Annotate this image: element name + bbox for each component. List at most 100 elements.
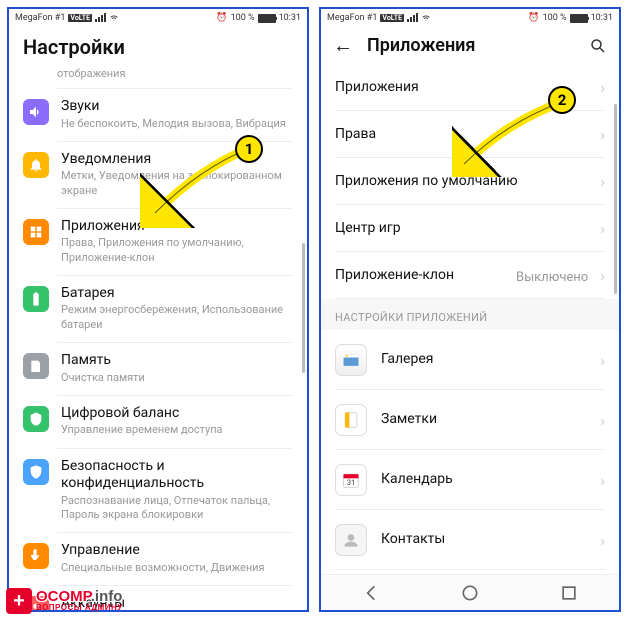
chevron-right-icon: ›	[600, 172, 605, 191]
app-item-contacts[interactable]: Контакты ›	[321, 510, 619, 570]
settings-item-memory[interactable]: Память Очистка памяти	[9, 342, 307, 395]
status-bar: MegaFon #1 VoLTE ⏰ 100 % 10:31	[321, 9, 619, 27]
battery-icon	[258, 14, 276, 23]
menu-item-default-apps[interactable]: Приложения по умолчанию ›	[321, 158, 619, 205]
system-navbar	[321, 574, 619, 610]
settings-item-sounds[interactable]: Звуки Не беспокоить, Мелодия вызова, Виб…	[9, 88, 307, 141]
item-sub: Метки, Уведомления на заблокированном эк…	[61, 169, 293, 198]
nav-back-button[interactable]	[361, 583, 381, 603]
item-title: Приложения	[61, 218, 293, 236]
page-title: Настройки	[23, 35, 293, 59]
item-title: Память	[61, 352, 293, 370]
app-title: Заметки	[381, 411, 437, 429]
alarm-icon: ⏰	[528, 13, 539, 23]
apps-scroll[interactable]: Приложения › Права › Приложения по умолч…	[321, 64, 619, 585]
item-sub: Специальные возможности, Движения	[61, 561, 293, 575]
settings-scroll[interactable]: отображения Звуки Не беспокоить, Мелодия…	[9, 63, 307, 612]
apps-icon	[23, 219, 49, 245]
contacts-icon	[335, 524, 367, 556]
item-title: Безопасность и конфиденциальность	[61, 458, 293, 493]
item-value: Выключено	[516, 270, 588, 285]
page-header: Настройки	[9, 27, 307, 63]
shield-icon	[23, 459, 49, 485]
chevron-right-icon: ›	[600, 471, 605, 490]
nav-recent-button[interactable]	[559, 583, 579, 603]
settings-item-security[interactable]: Безопасность и конфиденциальность Распоз…	[9, 448, 307, 533]
menu-item-game-center[interactable]: Центр игр ›	[321, 205, 619, 252]
wifi-icon	[109, 14, 119, 22]
carrier-label: MegaFon #1	[15, 13, 65, 23]
watermark: + OCOMP.info ВОПРОСЫ АДМИНУ	[6, 588, 123, 614]
item-sub: Права, Приложения по умолчанию, Приложен…	[61, 236, 293, 265]
battery-icon	[570, 14, 588, 23]
item-title: Приложения	[335, 79, 419, 97]
volte-badge: VoLTE	[68, 14, 92, 22]
item-title: Права	[335, 126, 376, 144]
chevron-right-icon: ›	[600, 266, 605, 285]
section-header: НАСТРОЙКИ ПРИЛОЖЕНИЙ	[321, 299, 619, 330]
settings-item-control[interactable]: Управление Специальные возможности, Движ…	[9, 532, 307, 585]
page-header: ← Приложения	[321, 27, 619, 64]
watermark-sub: ВОПРОСЫ АДМИНУ	[36, 603, 123, 612]
signal-icon	[407, 14, 418, 22]
item-title: Управление	[61, 542, 293, 560]
chevron-right-icon: ›	[600, 351, 605, 370]
watermark-brand: OCOMP	[36, 588, 91, 605]
item-title: Уведомления	[61, 151, 293, 169]
alarm-icon: ⏰	[216, 13, 227, 23]
item-sub: Не беспокоить, Мелодия вызова, Вибрация	[61, 117, 293, 131]
settings-item-notifications[interactable]: Уведомления Метки, Уведомления на заблок…	[9, 141, 307, 208]
app-item-gallery[interactable]: Галерея ›	[321, 330, 619, 390]
chevron-right-icon: ›	[600, 125, 605, 144]
status-bar: MegaFon #1 VoLTE ⏰ 100 % 10:31	[9, 9, 307, 27]
balance-icon	[23, 406, 49, 432]
page-title: Приложения	[367, 35, 575, 56]
battery-pct: 100 %	[543, 13, 567, 23]
wifi-icon	[421, 14, 431, 22]
volte-badge: VoLTE	[380, 14, 404, 22]
sound-icon	[23, 99, 49, 125]
item-title: Центр игр	[335, 220, 401, 238]
app-item-notes[interactable]: Заметки ›	[321, 390, 619, 450]
app-title: Контакты	[381, 531, 445, 549]
settings-item-digital-balance[interactable]: Цифровой баланс Управление временем дост…	[9, 395, 307, 448]
settings-item-battery[interactable]: Батарея Режим энергосбережения, Использо…	[9, 275, 307, 342]
battery-settings-icon	[23, 286, 49, 312]
watermark-tld: .info	[91, 588, 123, 605]
nav-home-button[interactable]	[460, 583, 480, 603]
item-title: Звуки	[61, 98, 293, 116]
back-button[interactable]: ←	[333, 33, 353, 58]
clock: 10:31	[279, 13, 301, 23]
signal-icon	[95, 14, 106, 22]
item-sub: Распознавание лица, Отпечаток пальца, Па…	[61, 494, 293, 523]
phone-apps: MegaFon #1 VoLTE ⏰ 100 % 10:31 ← Приложе…	[319, 7, 621, 612]
app-title: Галерея	[381, 351, 433, 369]
battery-pct: 100 %	[231, 13, 255, 23]
watermark-logo: +	[6, 588, 32, 614]
search-button[interactable]	[589, 37, 607, 55]
app-item-calendar[interactable]: 31 Календарь ›	[321, 450, 619, 510]
menu-item-app-clone[interactable]: Приложение-клон Выключено ›	[321, 252, 619, 299]
settings-item-apps[interactable]: Приложения Права, Приложения по умолчани…	[9, 208, 307, 275]
clock: 10:31	[591, 13, 613, 23]
chevron-right-icon: ›	[600, 219, 605, 238]
menu-item-rights[interactable]: Права ›	[321, 111, 619, 158]
item-title: Приложения по умолчанию	[335, 173, 518, 191]
carrier-label: MegaFon #1	[327, 13, 377, 23]
scrollbar[interactable]	[302, 243, 305, 373]
memory-icon	[23, 353, 49, 379]
item-sub: Очистка памяти	[61, 371, 293, 385]
menu-item-apps[interactable]: Приложения ›	[321, 64, 619, 111]
calendar-icon: 31	[335, 464, 367, 496]
hand-icon	[23, 543, 49, 569]
scrollbar[interactable]	[614, 104, 617, 294]
partial-prev-item-sub: отображения	[9, 63, 307, 88]
item-sub: Управление временем доступа	[61, 423, 293, 437]
chevron-right-icon: ›	[600, 531, 605, 550]
phone-settings: MegaFon #1 VoLTE ⏰ 100 % 10:31 Настройки…	[7, 7, 309, 612]
bell-icon	[23, 152, 49, 178]
item-title: Цифровой баланс	[61, 405, 293, 423]
item-sub: Режим энергосбережения, Использование ба…	[61, 303, 293, 332]
chevron-right-icon: ›	[600, 78, 605, 97]
gallery-icon	[335, 344, 367, 376]
